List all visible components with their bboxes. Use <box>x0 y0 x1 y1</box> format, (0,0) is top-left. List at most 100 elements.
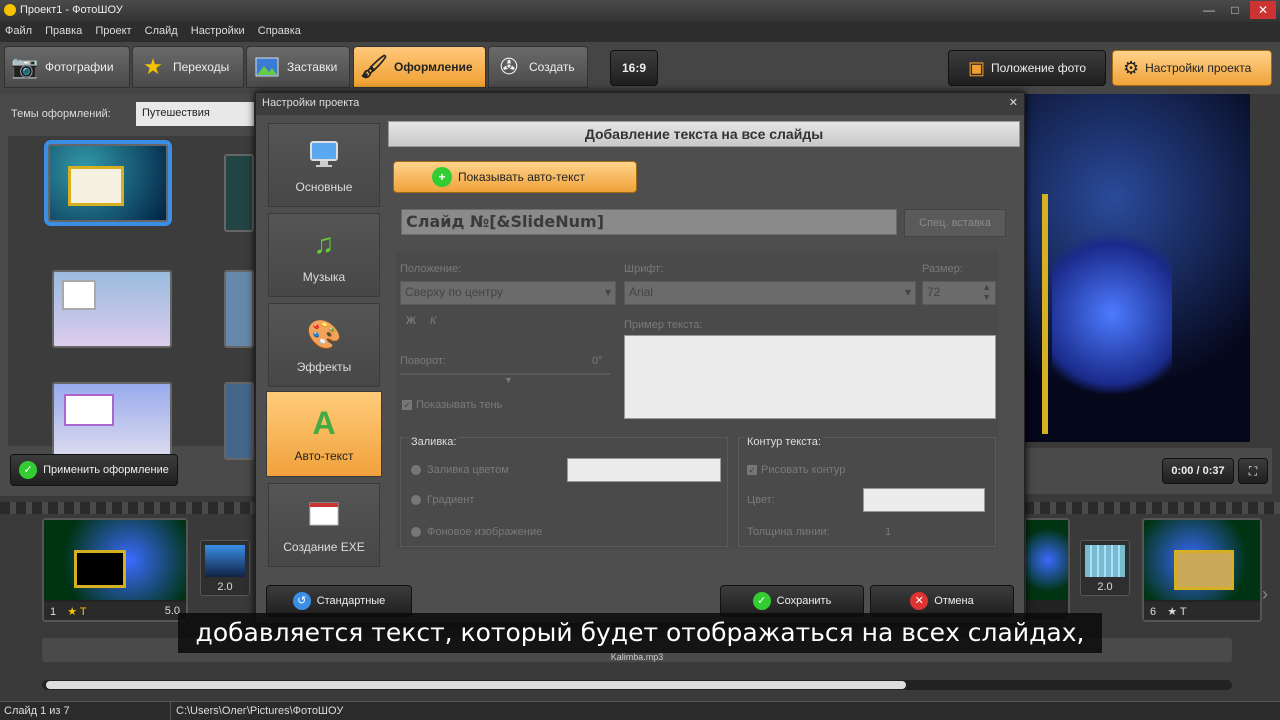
nav-music[interactable]: ♫ Музыка <box>268 213 380 297</box>
rotation-slider[interactable]: ▼ <box>400 373 610 385</box>
scroll-right-icon[interactable]: › <box>1262 584 1268 605</box>
brush-icon: 🖌 <box>360 54 388 79</box>
project-settings-button[interactable]: ⚙ Настройки проекта <box>1112 50 1272 86</box>
theme-thumbnail[interactable] <box>224 382 254 460</box>
theme-thumbnail[interactable] <box>224 270 254 348</box>
show-shadow-label: Показывать тень <box>416 399 503 411</box>
special-insert-button[interactable]: Спец. вставка <box>904 209 1006 237</box>
menu-slide[interactable]: Слайд <box>140 22 183 40</box>
line-width-label: Толщина линии: <box>747 526 830 538</box>
fullscreen-button[interactable]: ⛶ <box>1238 458 1268 484</box>
position-label: Положение: <box>400 263 462 275</box>
fill-color-swatch[interactable] <box>567 458 721 482</box>
frame-graphic <box>64 394 114 426</box>
slide-number: 1 <box>50 606 57 618</box>
text-sample-preview <box>624 335 996 419</box>
dialog-close-button[interactable]: ✕ <box>1009 96 1018 109</box>
theme-thumbnail[interactable] <box>52 382 172 460</box>
autotext-input[interactable]: Слайд №[&SlideNum] <box>401 209 897 235</box>
gradient-radio[interactable]: Градиент <box>411 494 474 506</box>
nav-effects[interactable]: 🎨 Эффекты <box>268 303 380 387</box>
horizontal-scrollbar[interactable] <box>42 680 1232 690</box>
show-autotext-button[interactable]: + Показывать авто-текст <box>393 161 637 193</box>
frame-graphic <box>68 166 124 206</box>
close-button[interactable]: ✕ <box>1250 1 1276 19</box>
nav-label: Музыка <box>302 270 346 284</box>
slide-thumbnail[interactable] <box>1024 518 1070 622</box>
slide-counter: Слайд 1 из 7 <box>4 705 70 717</box>
nav-label: Авто-текст <box>294 449 354 463</box>
tab-intros[interactable]: Заставки <box>246 46 350 88</box>
nav-general[interactable]: Основные <box>268 123 380 207</box>
font-label: Шрифт: <box>624 263 664 275</box>
menu-help[interactable]: Справка <box>253 22 306 40</box>
themes-select[interactable]: Путешествия <box>136 102 254 126</box>
transition-duration: 2.0 <box>1097 581 1113 593</box>
radio-icon <box>411 465 421 476</box>
menu-settings[interactable]: Настройки <box>186 22 250 40</box>
save-label: Сохранить <box>776 595 832 607</box>
fill-color-radio[interactable]: Заливка цветом <box>411 464 509 476</box>
outline-group: Контур текста: ✓ Рисовать контур Цвет: То… <box>738 436 996 547</box>
scrollbar-thumb[interactable] <box>46 681 906 689</box>
theme-thumbnail[interactable] <box>224 154 254 232</box>
tab-create[interactable]: ✇ Создать <box>488 46 588 88</box>
nav-autotext[interactable]: A Авто-текст <box>266 391 382 477</box>
aspect-ratio-button[interactable]: 16:9 <box>610 50 658 86</box>
tab-transitions[interactable]: ★ Переходы <box>132 46 244 88</box>
radio-icon <box>411 495 421 506</box>
outline-color-label: Цвет: <box>747 494 775 506</box>
tab-label: Фотографии <box>45 60 114 74</box>
tab-photos[interactable]: 📷 Фотографии <box>4 46 130 88</box>
position-value: Сверху по центру <box>405 285 504 299</box>
transition-image <box>1085 545 1125 577</box>
status-divider <box>170 702 171 720</box>
bold-button[interactable]: Ж <box>406 315 416 327</box>
line-width-value[interactable]: 1 <box>885 526 891 538</box>
frame-icon: ▣ <box>967 57 985 78</box>
menu-project[interactable]: Проект <box>90 22 136 40</box>
theme-thumbnail[interactable] <box>44 140 172 226</box>
time-display: 0:00 / 0:37 <box>1162 458 1234 484</box>
slider-thumb-icon[interactable]: ▼ <box>504 375 513 385</box>
transition-thumbnail[interactable]: 2.0 <box>1080 540 1130 596</box>
photo-position-button[interactable]: ▣ Положение фото <box>948 50 1106 86</box>
cancel-circle-icon: ✕ <box>910 592 929 610</box>
position-select[interactable]: Сверху по центру ▾ <box>400 281 616 305</box>
stepper-arrows-icon: ▲ ▼ <box>982 282 991 302</box>
show-shadow-checkbox[interactable]: ✓ Показывать тень <box>402 399 502 411</box>
check-circle-icon: ✓ <box>19 461 38 479</box>
size-label: Размер: <box>922 263 963 275</box>
draw-outline-checkbox[interactable]: ✓ Рисовать контур <box>747 464 845 476</box>
show-autotext-label: Показывать авто-текст <box>458 170 585 184</box>
italic-button[interactable]: К <box>430 315 436 327</box>
slide-thumbnail[interactable]: 1 ★ T 5.0 <box>42 518 188 622</box>
text-icon: T <box>1179 606 1187 618</box>
menu-file[interactable]: Файл <box>0 22 37 40</box>
gear-icon: ⚙ <box>1123 57 1140 78</box>
outline-color-swatch[interactable] <box>863 488 985 512</box>
maximize-button[interactable]: □ <box>1222 1 1248 19</box>
themes-label: Темы оформлений: <box>11 108 111 120</box>
gradient-label: Градиент <box>427 494 475 506</box>
minimize-button[interactable]: — <box>1196 1 1222 19</box>
font-value: Arial <box>629 285 654 299</box>
nav-create-exe[interactable]: Создание EXE <box>268 483 380 567</box>
theme-thumbnail[interactable] <box>52 270 172 348</box>
main-tabs: 📷 Фотографии ★ Переходы Заставки 🖌 Оформ… <box>0 42 1280 94</box>
tab-design[interactable]: 🖌 Оформление <box>353 46 486 88</box>
menu-edit[interactable]: Правка <box>40 22 87 40</box>
star-icon: ★ <box>143 54 163 79</box>
size-stepper[interactable]: 72 ▲ ▼ <box>922 281 996 305</box>
size-value: 72 <box>927 285 941 299</box>
slide-image <box>1026 520 1068 600</box>
plus-circle-icon: + <box>432 167 452 187</box>
transition-thumbnail[interactable]: 2.0 <box>200 540 250 596</box>
font-select[interactable]: Arial ▾ <box>624 281 916 305</box>
apply-design-button[interactable]: ✓ Применить оформление <box>10 454 178 486</box>
sample-label: Пример текста: <box>624 319 703 331</box>
slide-thumbnail[interactable]: 6 ★ T <box>1142 518 1262 622</box>
rotation-value: 0° <box>592 355 603 367</box>
radio-icon <box>411 527 421 538</box>
bg-image-radio[interactable]: Фоновое изображение <box>411 526 542 538</box>
